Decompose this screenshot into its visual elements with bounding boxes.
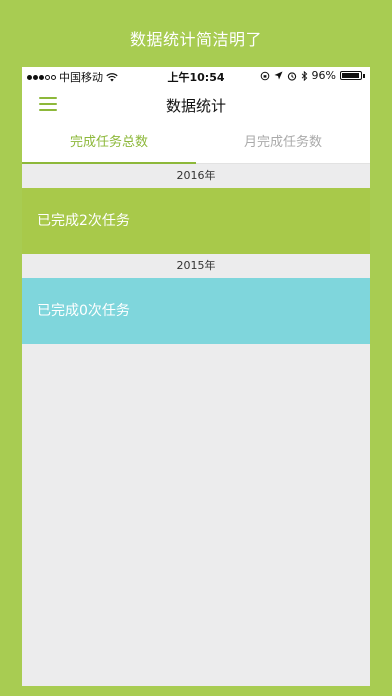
tab-monthly-completed[interactable]: 月完成任务数 xyxy=(196,123,370,163)
year-summary-card-2016[interactable]: 已完成2次任务 xyxy=(22,188,370,254)
location-arrow-icon xyxy=(274,71,283,80)
promo-caption: 数据统计简洁明了 xyxy=(129,30,262,49)
navigation-bar: 数据统计 xyxy=(22,85,370,123)
page-title: 数据统计 xyxy=(165,97,226,115)
tab-total-completed[interactable]: 完成任务总数 xyxy=(22,123,196,163)
status-bar-right: 96% xyxy=(260,69,365,82)
year-summary-card-2015[interactable]: 已完成0次任务 xyxy=(22,278,370,344)
status-bar: 中国移动 上午10:54 96% xyxy=(22,67,370,85)
tab-bar: 完成任务总数 月完成任务数 xyxy=(22,123,370,164)
battery-percent: 96% xyxy=(311,69,336,82)
battery-icon xyxy=(340,71,365,80)
active-tab-indicator xyxy=(22,162,196,164)
orientation-lock-icon xyxy=(260,71,269,80)
year-header-2015: 2015年 xyxy=(22,254,370,278)
year-header-2016: 2016年 xyxy=(22,164,370,188)
phone-screen: 中国移动 上午10:54 96% 数据统计 完成任务总数 月完成任务数 2016… xyxy=(22,67,370,686)
bluetooth-icon xyxy=(301,70,307,81)
alarm-icon xyxy=(287,71,296,81)
